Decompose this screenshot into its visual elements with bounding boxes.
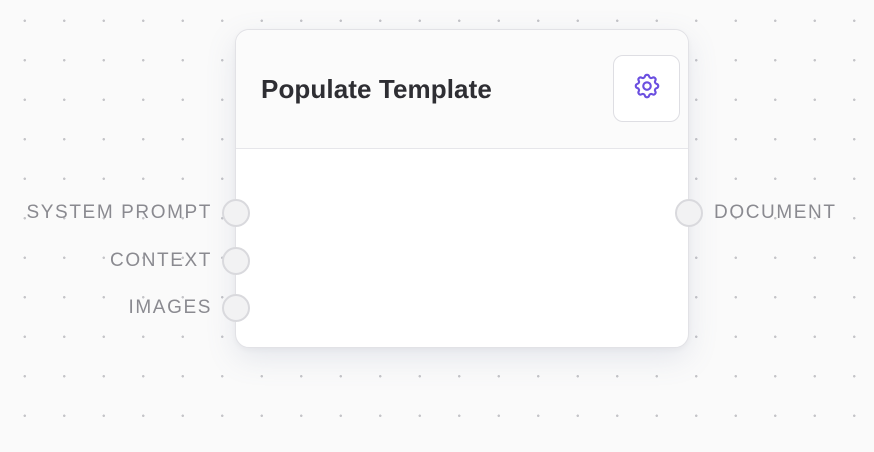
input-port-images[interactable] — [222, 294, 250, 322]
input-label-images: IMAGES — [128, 297, 212, 318]
input-port-context[interactable] — [222, 247, 250, 275]
input-label-context: CONTEXT — [110, 250, 212, 271]
input-label-system-prompt: SYSTEM PROMPT — [26, 202, 212, 223]
input-port-system-prompt[interactable] — [222, 199, 250, 227]
node-header: Populate Template — [236, 30, 688, 149]
output-port-document[interactable] — [675, 199, 703, 227]
workflow-canvas[interactable]: Populate Template SYSTEM PROMPT CONTEXT … — [0, 0, 874, 452]
settings-button[interactable] — [613, 55, 680, 122]
node-title: Populate Template — [261, 74, 492, 104]
gear-icon — [632, 71, 662, 106]
populate-template-node[interactable]: Populate Template — [235, 29, 689, 348]
output-label-document: DOCUMENT — [714, 202, 837, 223]
